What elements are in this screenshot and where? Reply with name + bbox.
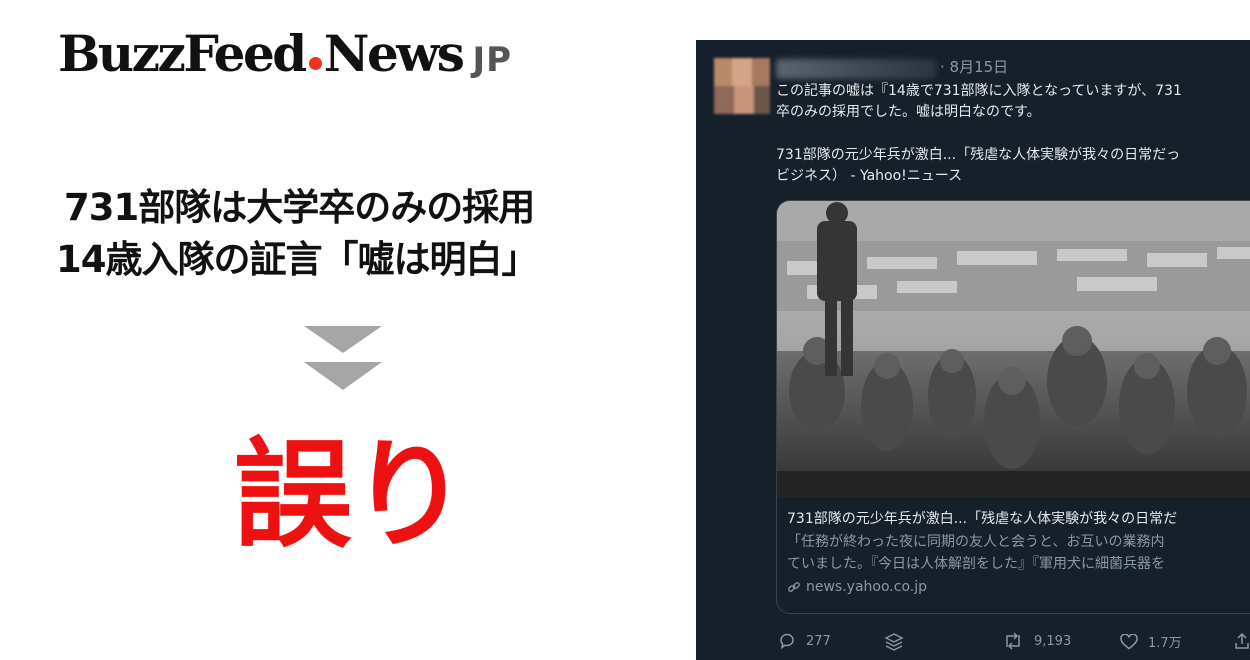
tweet-actions: 277 9,193 1.7万 [776, 630, 1250, 654]
tweet-text: この記事の嘘は『14歳で731部隊に入隊となっていますが、731 卒のみの採用で… [776, 81, 1250, 187]
logo-sub-text: News [323, 24, 465, 83]
avatar [714, 58, 770, 114]
link-card-url[interactable]: news.yahoo.co.jp [787, 577, 1250, 597]
double-chevron-down-icon [304, 326, 382, 390]
tweet-screenshot: · 8月15日 この記事の嘘は『14歳で731部隊に入隊となっていますが、731… [696, 40, 1250, 660]
link-card-domain: news.yahoo.co.jp [806, 579, 927, 595]
logo-suffix: JP [472, 40, 513, 80]
layers-icon [884, 633, 904, 651]
retweet-icon [1006, 632, 1020, 650]
like-count: 1.7万 [1148, 636, 1182, 651]
reply-count: 277 [806, 633, 831, 649]
reply-icon [780, 633, 794, 650]
tweet-text-line: ビジネス） - Yahoo!ニュース [776, 168, 963, 184]
tweet-text-line: 731部隊の元少年兵が激白...「残虐な人体実験が我々の日常だっ [776, 147, 1181, 163]
link-card-description: 「任務が終わった夜に同期の友人と会うと、お互いの業務内 ていました。『今日は人体… [787, 531, 1250, 575]
tweet-text-line: 卒のみの採用でした。嘘は明白なのです。 [776, 104, 1041, 120]
buzzfeed-news-jp-logo: BuzzFeed News JP [58, 24, 512, 83]
news-photo [777, 201, 1250, 497]
link-card[interactable]: 731部隊の元少年兵が激白...「残虐な人体実験が我々の日常だ 「任務が終わった… [776, 200, 1250, 614]
verdict-label: 誤り [233, 426, 468, 564]
reply-button[interactable]: 277 [778, 632, 831, 650]
link-icon [788, 582, 800, 592]
logo-main-text: BuzzFeed [58, 24, 307, 83]
share-button[interactable] [1234, 632, 1250, 650]
heart-icon [1120, 633, 1138, 649]
claim-line-2: 14歳入隊の証言「嘘は明白」 [56, 238, 539, 281]
claim-line-1: 731部隊は大学卒のみの採用 [64, 186, 535, 229]
retweet-count: 9,193 [1034, 633, 1072, 649]
tweet-text-line: この記事の嘘は『14歳で731部隊に入隊となっていますが、731 [776, 83, 1182, 99]
link-card-title: 731部隊の元少年兵が激白...「残虐な人体実験が我々の日常だ [787, 511, 1178, 527]
logo-dot [308, 57, 322, 70]
link-card-body: 731部隊の元少年兵が激白...「残虐な人体実験が我々の日常だ 「任務が終わった… [787, 509, 1250, 597]
share-icon [1235, 632, 1249, 649]
like-button[interactable]: 1.7万 [1120, 632, 1182, 651]
layers-button[interactable] [884, 632, 904, 652]
claim-heading: 731部隊は大学卒のみの採用 14歳入隊の証言「嘘は明白」 [56, 182, 656, 286]
retweet-button[interactable]: 9,193 [1002, 632, 1071, 650]
link-card-desc-line: ていました。『今日は人体解剖をした』『軍用犬に細菌兵器を [787, 556, 1165, 572]
blurred-username [776, 59, 936, 79]
tweet-date: · 8月15日 [940, 58, 1009, 76]
link-card-desc-line: 「任務が終わった夜に同期の友人と会うと、お互いの業務内 [787, 534, 1165, 550]
